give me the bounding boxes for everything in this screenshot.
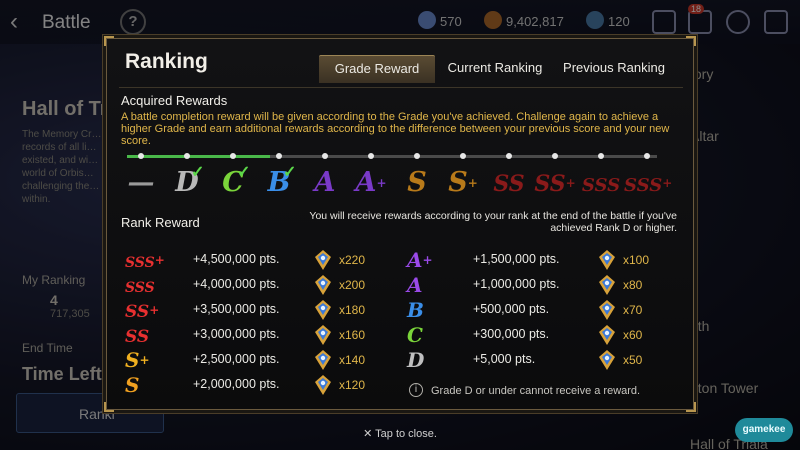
reward-gem-icon	[597, 249, 617, 271]
grade-letter: SSS	[581, 175, 621, 196]
grade-badge: SSS	[578, 168, 624, 198]
reward-gem-icon	[313, 374, 333, 396]
grade-plus: +	[565, 176, 576, 190]
frame-corner	[104, 402, 114, 412]
grade-marker	[230, 153, 236, 159]
reward-grade-letter: D	[407, 348, 425, 372]
reward-grade-plus: +	[422, 253, 433, 267]
grade-marker	[184, 153, 190, 159]
reward-grade-letter: A	[407, 248, 423, 272]
reward-grade-badge: D	[407, 348, 453, 372]
reward-grade-letter: B	[407, 298, 424, 322]
title-divider	[119, 87, 683, 88]
reward-points: +500,000 pts.	[473, 302, 550, 316]
reward-quantity: x50	[623, 353, 643, 367]
reward-row: D +5,000 pts. x50	[107, 348, 695, 372]
reward-quantity: x120	[339, 378, 366, 392]
tab-previous-ranking[interactable]: Previous Ranking	[557, 55, 671, 83]
acquired-rewards-desc: A battle completion reward will be given…	[121, 111, 670, 147]
grade-badge: A+	[348, 168, 394, 198]
grade-letter: —	[127, 167, 155, 198]
reward-gem-icon	[597, 274, 617, 296]
reward-grade-letter: C	[407, 323, 423, 347]
reward-row: B +500,000 pts. x70	[107, 298, 695, 322]
grade-marker	[460, 153, 466, 159]
grade-progress-track	[127, 155, 657, 158]
grade-progress-fill	[127, 155, 271, 158]
tab-current-ranking[interactable]: Current Ranking	[441, 55, 549, 83]
grade-letter: A	[355, 167, 377, 198]
reward-quantity: x100	[623, 253, 650, 267]
grade-letter: A	[314, 167, 336, 198]
grade-badge: S	[394, 168, 440, 198]
reward-quantity: x60	[623, 328, 643, 342]
grade-badge: SS+	[532, 168, 578, 198]
grade-marker	[414, 153, 420, 159]
reward-quantity: x80	[623, 278, 643, 292]
grade-badge: SSS+	[624, 168, 673, 198]
frame-corner	[104, 36, 114, 46]
grade-letter: SS	[534, 171, 566, 197]
rank-reward-note: You will receive rewards according to yo…	[309, 210, 677, 234]
reward-points: +300,000 pts.	[473, 327, 550, 341]
acquired-rewards-title: Acquired Rewards	[121, 93, 228, 108]
reward-grade-badge: A+	[407, 248, 453, 272]
reward-grade-badge: B	[407, 298, 453, 322]
reward-gem-icon	[597, 299, 617, 321]
grade-letter: SSS	[624, 175, 663, 196]
grade-letter: S	[407, 167, 427, 198]
reward-row: C +300,000 pts. x60	[107, 323, 695, 347]
checkmark-icon: ✓	[283, 164, 297, 181]
reward-grade-letter: A	[407, 273, 423, 297]
grade-marker	[138, 153, 144, 159]
frame-corner	[686, 402, 696, 412]
reward-gem-icon	[597, 349, 617, 371]
reward-info-text: Grade D or under cannot receive a reward…	[431, 385, 641, 397]
reward-row: A +1,000,000 pts. x80	[107, 273, 695, 297]
reward-grade-badge: C	[407, 323, 453, 347]
grade-badge: A	[302, 168, 348, 198]
grade-marker	[598, 153, 604, 159]
grade-marker	[322, 153, 328, 159]
grade-marker	[644, 153, 650, 159]
ranking-modal: Ranking Grade Reward Current Ranking Pre…	[104, 36, 696, 412]
checkmark-icon: ✓	[237, 164, 251, 181]
grade-marker	[552, 153, 558, 159]
tap-to-close-hint[interactable]: ✕ Tap to close.	[0, 427, 800, 440]
checkmark-icon: ✓	[191, 164, 205, 181]
reward-gem-icon	[597, 324, 617, 346]
grade-badge: S+	[440, 168, 486, 198]
rank-reward-title: Rank Reward	[121, 215, 200, 230]
grade-plus: +	[376, 176, 387, 190]
info-icon: i	[409, 383, 423, 397]
grade-marker	[506, 153, 512, 159]
reward-quantity: x70	[623, 303, 643, 317]
grade-letter: S	[448, 167, 468, 198]
reward-row: A+ +1,500,000 pts. x100	[107, 248, 695, 272]
grade-letter: SS	[493, 171, 525, 197]
reward-points: +2,000,000 pts.	[193, 377, 280, 391]
reward-points: +1,000,000 pts.	[473, 277, 560, 291]
grade-plus: +	[662, 176, 673, 190]
reward-grade-badge: S	[125, 373, 171, 397]
grade-marker	[368, 153, 374, 159]
reward-points: +1,500,000 pts.	[473, 252, 560, 266]
reward-grade-letter: S	[125, 373, 140, 397]
grade-badge: —	[118, 168, 164, 198]
grade-badge: SS	[486, 168, 532, 198]
modal-title: Ranking	[125, 50, 208, 73]
grade-plus: +	[467, 176, 478, 190]
reward-grade-badge: A	[407, 273, 453, 297]
reward-points: +5,000 pts.	[473, 352, 536, 366]
tab-grade-reward[interactable]: Grade Reward	[319, 55, 435, 83]
grade-marker	[276, 153, 282, 159]
frame-corner	[686, 36, 696, 46]
